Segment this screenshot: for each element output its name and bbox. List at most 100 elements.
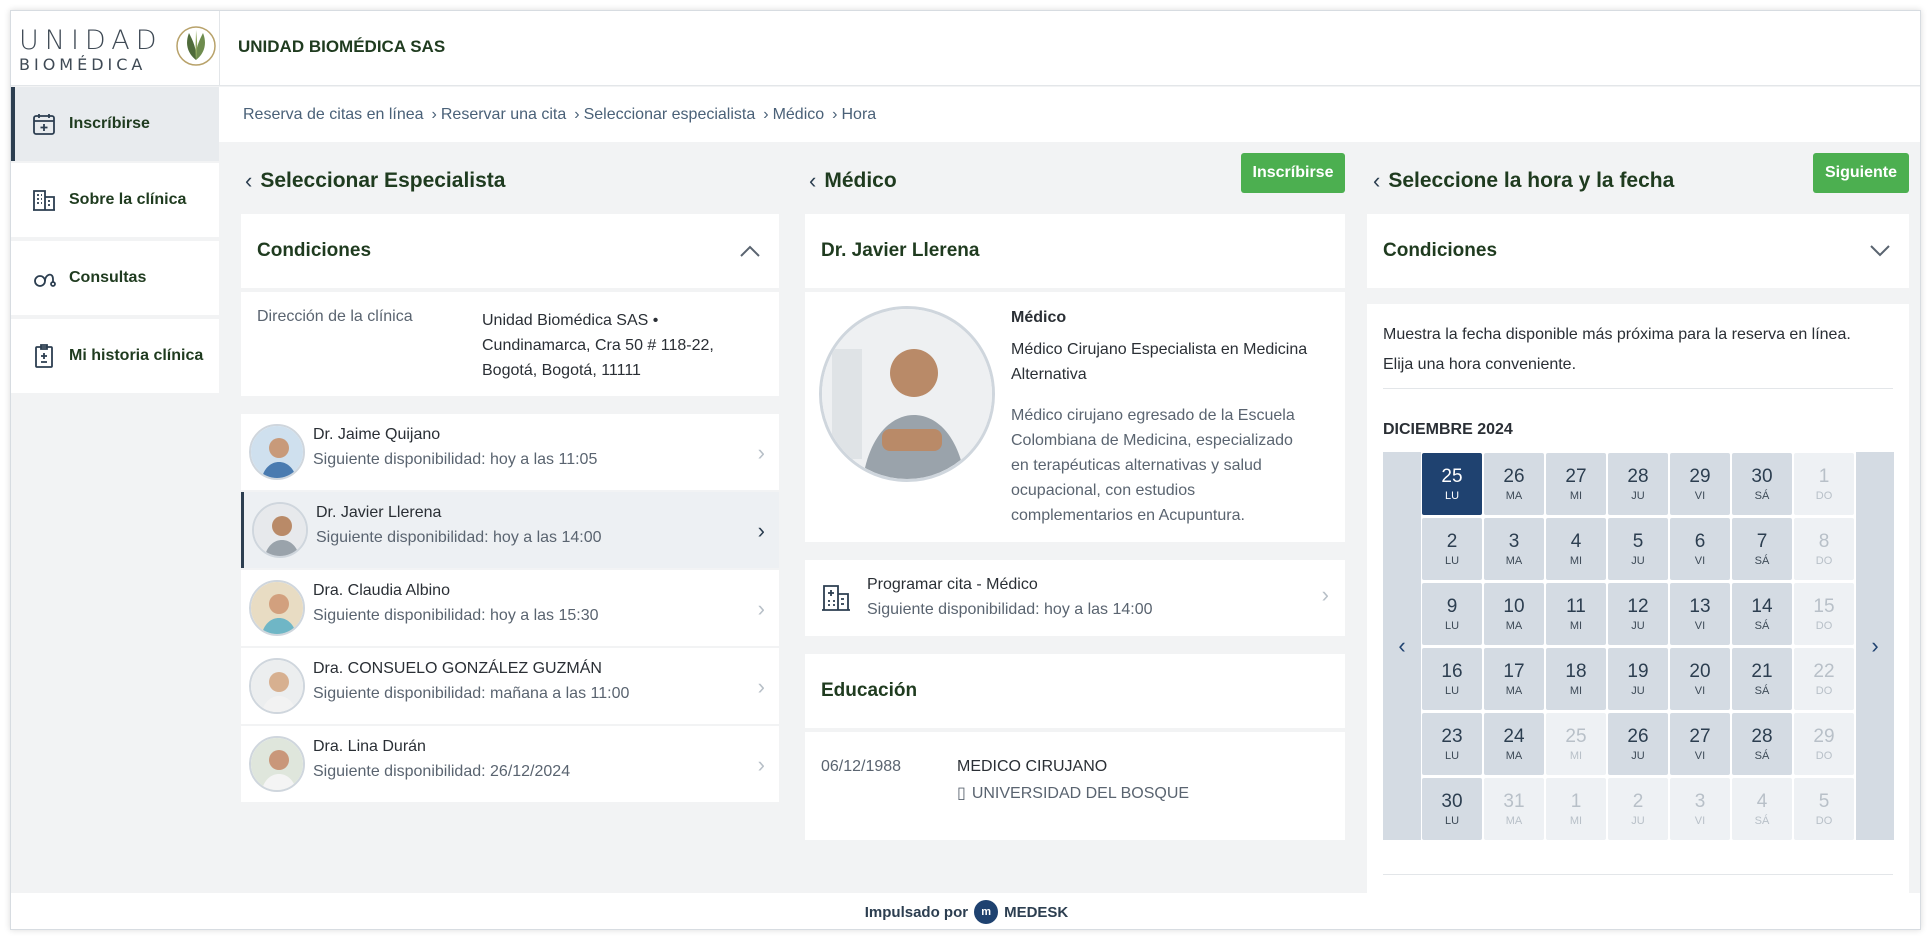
sidebar-item-historia-clinica[interactable]: Mi historia clínica — [11, 319, 219, 393]
calendar-day[interactable]: 28 JU — [1608, 453, 1668, 515]
calendar-day: 1 MI — [1546, 778, 1606, 840]
sidebar-item-consultas[interactable]: Consultas — [11, 241, 219, 315]
day-weekday: JU — [1631, 555, 1645, 567]
calendar-day[interactable]: 11 MI — [1546, 583, 1606, 645]
calendar-day[interactable]: 23 LU — [1422, 713, 1482, 775]
calendar-prev-button[interactable]: ‹ — [1383, 452, 1421, 840]
day-number: 25 — [1565, 726, 1587, 747]
day-weekday: SÁ — [1754, 750, 1770, 762]
calendar-day: 3 VI — [1670, 778, 1730, 840]
vendor-name[interactable]: MEDESK — [1004, 904, 1068, 921]
day-number: 25 — [1441, 466, 1463, 487]
calendar-day: 15 DO — [1794, 583, 1854, 645]
top-bar: UNIDAD BIOMÉDICA UNIDAD BIOMÉDICA SAS — [11, 11, 1920, 86]
enroll-button[interactable]: Inscríbirse — [1241, 153, 1345, 193]
calendar-day[interactable]: 4 MI — [1546, 518, 1606, 580]
day-weekday: DO — [1815, 685, 1833, 697]
day-weekday: LU — [1444, 620, 1460, 632]
doctor-list-item[interactable]: Dr. Javier Llerena Siguiente disponibili… — [241, 492, 779, 568]
calendar-day[interactable]: 25 LU — [1422, 453, 1482, 515]
day-weekday: DO — [1815, 555, 1833, 567]
calendar-day[interactable]: 26 MA — [1484, 453, 1544, 515]
breadcrumb-item[interactable]: Reserva de citas en línea — [243, 106, 424, 124]
calendar-day[interactable]: 17 MA — [1484, 648, 1544, 710]
breadcrumb-item[interactable]: Reservar una cita — [441, 106, 566, 124]
doctor-bio: Médico cirujano egresado de la Escuela C… — [1011, 403, 1295, 528]
calendar-day[interactable]: 26 JU — [1608, 713, 1668, 775]
calendar-day[interactable]: 27 MI — [1546, 453, 1606, 515]
chevron-up-icon[interactable] — [739, 244, 761, 258]
calendar-day[interactable]: 19 JU — [1608, 648, 1668, 710]
chevron-left-icon[interactable]: ‹ — [809, 168, 816, 194]
avatar — [249, 736, 305, 792]
day-weekday: JU — [1631, 490, 1645, 502]
day-number: 2 — [1632, 791, 1644, 812]
day-number: 29 — [1689, 466, 1711, 487]
breadcrumb-item[interactable]: Médico — [773, 106, 825, 124]
doctor-header: ‹ Médico — [809, 161, 897, 201]
calendar-day[interactable]: 3 MA — [1484, 518, 1544, 580]
calendar-day[interactable]: 2 LU — [1422, 518, 1482, 580]
calendar-day[interactable]: 21 SÁ — [1732, 648, 1792, 710]
calendar-day[interactable]: 27 VI — [1670, 713, 1730, 775]
breadcrumb-item[interactable]: Seleccionar especialista — [584, 106, 756, 124]
day-weekday: DO — [1815, 815, 1833, 827]
conditions-card[interactable]: Condiciones — [1367, 214, 1909, 288]
day-weekday: VI — [1694, 490, 1706, 502]
next-button[interactable]: Siguiente — [1813, 153, 1909, 193]
sidebar-item-label: Sobre la clínica — [69, 191, 187, 208]
day-weekday: LU — [1444, 815, 1460, 827]
calendar-day[interactable]: 13 VI — [1670, 583, 1730, 645]
day-weekday: LU — [1444, 555, 1460, 567]
schedule-appointment-card[interactable]: Programar cita - Médico Siguiente dispon… — [805, 560, 1345, 636]
day-number: 5 — [1632, 531, 1644, 552]
specialty-line: Alternativa — [1011, 366, 1087, 383]
doctor-list-item[interactable]: Dra. Lina Durán Siguiente disponibilidad… — [241, 726, 779, 802]
calendar-day[interactable]: 30 SÁ — [1732, 453, 1792, 515]
education-date: 06/12/1988 — [821, 758, 902, 775]
day-number: 23 — [1441, 726, 1463, 747]
calendar-day[interactable]: 20 VI — [1670, 648, 1730, 710]
day-weekday: JU — [1631, 620, 1645, 632]
doctor-list-item[interactable]: Dra. CONSUELO GONZÁLEZ GUZMÁN Siguiente … — [241, 648, 779, 724]
doctor-name: Dra. Claudia Albino — [313, 582, 450, 599]
day-number: 28 — [1627, 466, 1649, 487]
calendar-day[interactable]: 5 JU — [1608, 518, 1668, 580]
calendar-day[interactable]: 14 SÁ — [1732, 583, 1792, 645]
day-number: 1 — [1818, 466, 1830, 487]
sidebar-item-sobre-clinica[interactable]: Sobre la clínica — [11, 163, 219, 237]
calendar-day[interactable]: 24 MA — [1484, 713, 1544, 775]
day-weekday: MI — [1569, 750, 1583, 762]
day-weekday: MI — [1569, 620, 1583, 632]
calendar-day[interactable]: 10 MA — [1484, 583, 1544, 645]
specialist-header: ‹ Seleccionar Especialista — [245, 161, 505, 201]
day-number: 31 — [1503, 791, 1525, 812]
chevron-left-icon[interactable]: ‹ — [245, 168, 252, 194]
avatar — [249, 580, 305, 636]
calendar-day[interactable]: 7 SÁ — [1732, 518, 1792, 580]
logo[interactable]: UNIDAD BIOMÉDICA — [19, 25, 217, 74]
calendar-day[interactable]: 6 VI — [1670, 518, 1730, 580]
conditions-card[interactable]: Condiciones — [241, 214, 779, 288]
doctor-profile-card: Médico Médico Cirujano Especialista en M… — [805, 292, 1345, 542]
education-school-row: ▯ UNIVERSIDAD DEL BOSQUE — [957, 783, 1189, 803]
divider — [1383, 388, 1893, 389]
calendar-day[interactable]: 16 LU — [1422, 648, 1482, 710]
doctor-availability: Siguiente disponibilidad: hoy a las 15:3… — [313, 607, 599, 624]
calendar-day[interactable]: 12 JU — [1608, 583, 1668, 645]
calendar-next-button[interactable]: › — [1856, 452, 1894, 840]
building-icon — [31, 187, 57, 213]
doctor-list-item[interactable]: Dra. Claudia Albino Siguiente disponibil… — [241, 570, 779, 646]
doctor-list-item[interactable]: Dr. Jaime Quijano Siguiente disponibilid… — [241, 414, 779, 490]
chevron-down-icon[interactable] — [1869, 244, 1891, 258]
calendar-plus-icon — [31, 111, 57, 137]
calendar-day[interactable]: 9 LU — [1422, 583, 1482, 645]
calendar-day[interactable]: 18 MI — [1546, 648, 1606, 710]
calendar-day: 31 MA — [1484, 778, 1544, 840]
calendar-day[interactable]: 28 SÁ — [1732, 713, 1792, 775]
chevron-left-icon[interactable]: ‹ — [1373, 168, 1380, 194]
calendar-day[interactable]: 29 VI — [1670, 453, 1730, 515]
sidebar-item-inscribirse[interactable]: Inscríbirse — [11, 87, 219, 161]
address-line: Bogotá, Bogotá, 11111 — [482, 362, 641, 379]
calendar-day[interactable]: 30 LU — [1422, 778, 1482, 840]
